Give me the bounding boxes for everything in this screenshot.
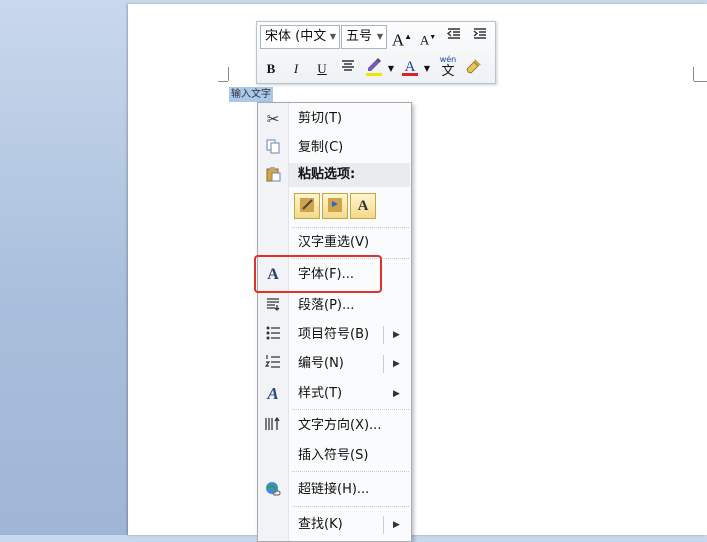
bullets-icon [262,325,284,345]
menu-item-label: 文字方向(X)... [298,418,382,433]
paste-merge-format-icon [328,198,342,212]
menu-item-label: 项目符号(B) [298,327,370,342]
increase-indent-icon [473,28,486,39]
font-color-bar [402,73,418,76]
bold-button[interactable]: B [260,58,282,80]
menu-item-find[interactable]: 查找(K) ▶ [258,512,411,538]
decrease-indent-button[interactable] [443,26,465,48]
menu-item-insert-symbol[interactable]: 插入符号(S) [258,443,411,469]
menu-item-label: 段落(P)... [298,298,355,313]
menu-item-copy[interactable]: 复制(C) [258,135,411,161]
context-menu: ✂ 剪切(T) 复制(C) 粘贴选项: A 汉字重选(V) A 字体(F)...… [257,102,412,542]
font-name-value: 宋体 (中文 [265,29,327,44]
copy-icon [262,138,284,158]
menu-separator [292,409,409,410]
menu-item-text-direction[interactable]: 文字方向(X)... [258,413,411,439]
underline-button[interactable]: U [311,58,333,80]
menu-item-styles[interactable]: A 样式(T) ▶ [258,381,411,407]
format-painter-icon [466,59,481,74]
paste-options-header: 粘贴选项: [289,163,410,187]
chevron-down-icon: ▼ [376,32,383,41]
styles-icon: A [267,384,279,403]
submenu-arrow-icon[interactable]: ▶ [393,322,400,348]
decrease-indent-icon [446,28,460,39]
menu-item-reconvert[interactable]: 汉字重选(V) [258,230,411,256]
clipboard-icon [262,166,284,186]
menu-item-label: 查找(K) [298,517,343,532]
scissors-icon: ✂ [266,110,280,128]
mini-toolbar: 宋体 (中文 ▼ 五号 ▼ A▲ A▼ B I U ▼ A ▼ wén 文 [256,21,496,84]
menu-item-label: 剪切(T) [298,111,343,126]
highlighter-icon [368,58,381,71]
menu-separator [292,471,409,472]
font-item-highlight-box [254,255,382,293]
text-direction-icon [262,416,284,436]
submenu-arrow-icon[interactable]: ▶ [393,351,400,377]
align-center-icon [342,60,354,71]
font-color-dropdown[interactable]: ▼ [422,58,432,80]
menu-item-label: 超链接(H)... [298,482,370,497]
paste-merge-formatting-button[interactable] [322,193,348,219]
menu-item-label: 插入符号(S) [298,448,369,463]
menu-item-paragraph[interactable]: 段落(P)... [258,293,411,319]
paste-text-only-icon: A [357,198,369,214]
margin-corner-mark [694,81,707,82]
submenu-divider [383,355,384,373]
submenu-divider [383,516,384,534]
format-painter-button[interactable] [463,57,485,79]
submenu-divider [383,326,384,344]
phonetic-guide-button[interactable]: wén 文 [437,55,459,78]
chevron-down-icon: ▼ [329,32,336,41]
menu-item-numbering[interactable]: 编号(N) ▶ [258,351,411,377]
margin-corner-mark [693,67,694,81]
paste-keep-formatting-button[interactable] [294,193,320,219]
center-align-button[interactable] [337,58,359,80]
italic-button[interactable]: I [285,58,307,80]
grow-font-icon: A [391,30,405,50]
highlight-color-bar [366,73,382,76]
submenu-arrow-icon[interactable]: ▶ [393,512,400,538]
menu-item-label: 复制(C) [298,140,344,155]
margin-corner-mark [228,67,229,81]
paste-keep-format-icon [300,198,314,212]
menu-separator [292,506,409,507]
font-name-combo[interactable]: 宋体 (中文 ▼ [260,25,340,49]
numbering-icon [262,354,284,374]
hyperlink-globe-icon [262,480,284,500]
menu-item-hyperlink[interactable]: 超链接(H)... [258,477,411,503]
font-size-value: 五号 [346,29,373,44]
shrink-font-button[interactable]: A▼ [417,26,439,48]
menu-separator [292,227,409,228]
menu-item-label: 编号(N) [298,356,344,371]
font-size-combo[interactable]: 五号 ▼ [341,25,387,49]
paste-text-only-button[interactable]: A [350,193,376,219]
shrink-font-icon: A [419,32,430,48]
margin-corner-mark [218,81,228,82]
paragraph-icon [262,296,284,316]
menu-item-label: 汉字重选(V) [298,235,370,250]
menu-item-bullets[interactable]: 项目符号(B) ▶ [258,322,411,348]
menu-item-label: 样式(T) [298,386,343,401]
submenu-arrow-icon[interactable]: ▶ [393,381,400,407]
increase-indent-button[interactable] [469,26,491,48]
highlight-dropdown[interactable]: ▼ [386,58,396,80]
font-color-button[interactable]: A [399,56,421,78]
grow-font-button[interactable]: A▲ [391,26,413,50]
selected-text[interactable]: 输入文字 [229,87,273,102]
menu-item-cut[interactable]: ✂ 剪切(T) [258,106,411,132]
highlight-button[interactable] [363,56,385,78]
